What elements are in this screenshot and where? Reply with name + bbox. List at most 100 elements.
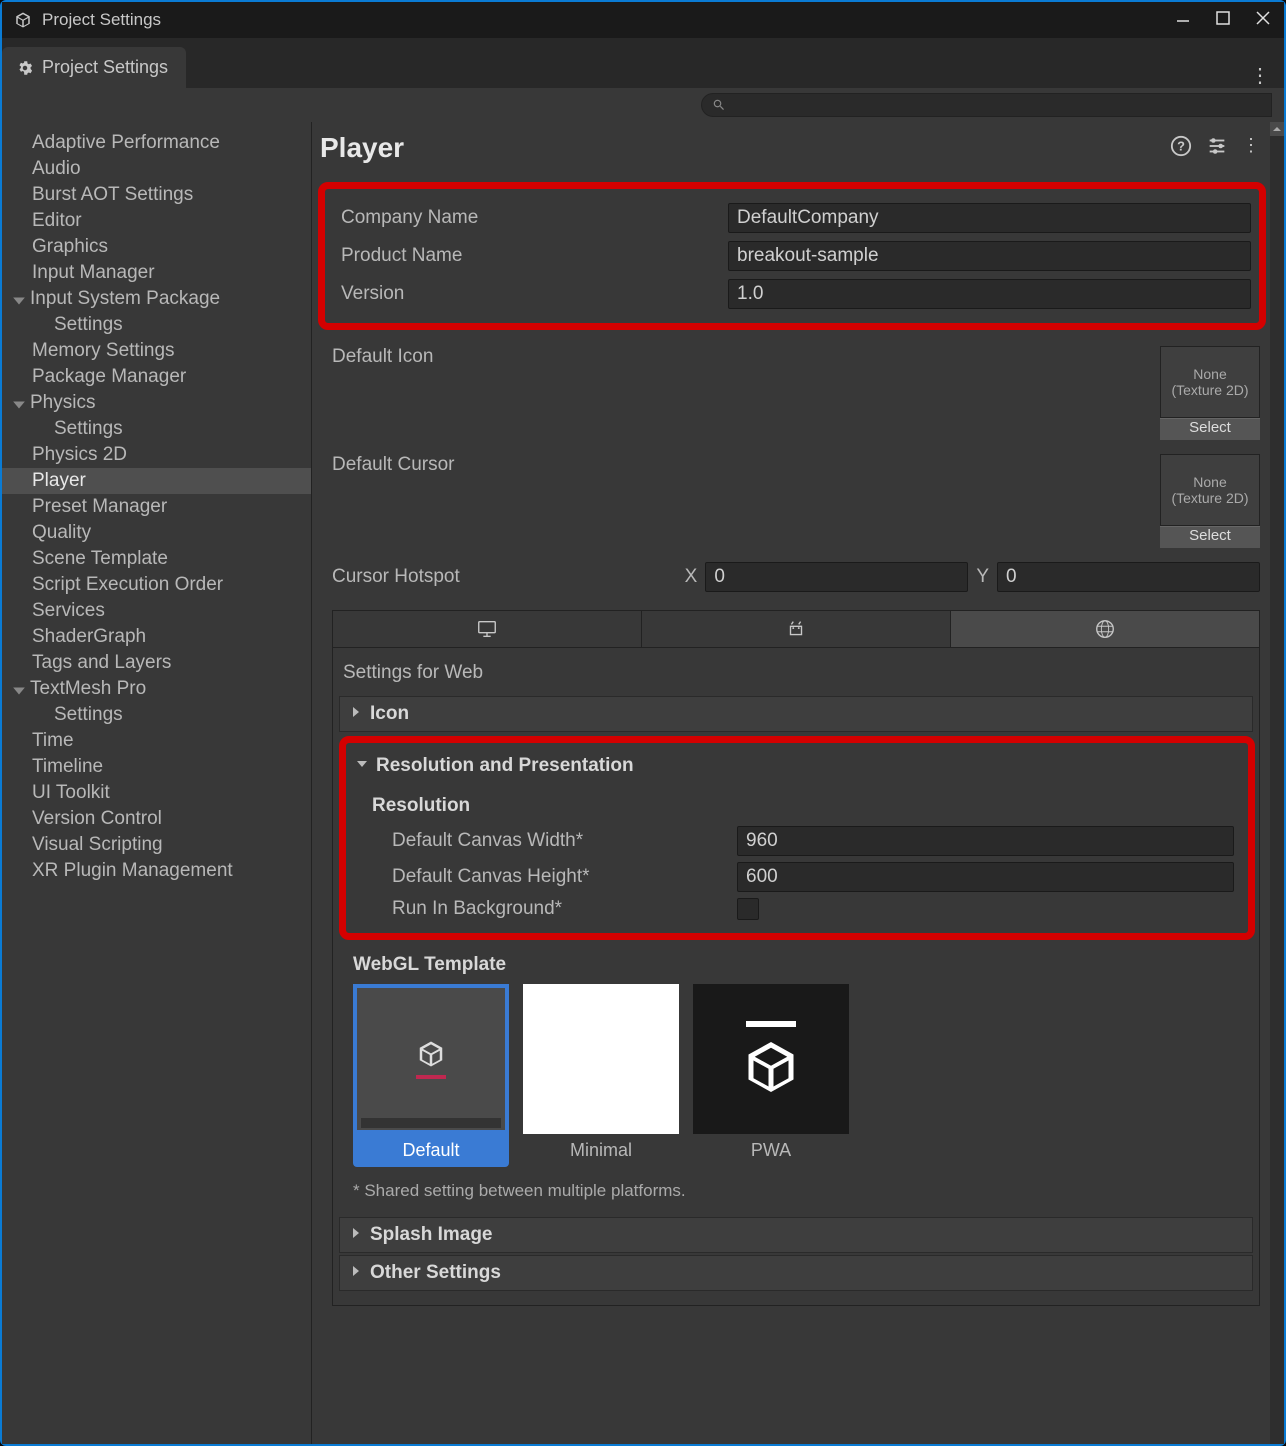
default-icon-select-button[interactable]: Select	[1160, 418, 1260, 440]
platform-tab-web[interactable]	[951, 611, 1259, 647]
sidebar-item-player[interactable]: Player	[2, 468, 311, 494]
default-cursor-texture-slot[interactable]: None (Texture 2D)	[1160, 454, 1260, 526]
sidebar-item-settings[interactable]: Settings	[2, 312, 311, 338]
unity-logo-icon	[14, 11, 32, 29]
label-settings-for: Settings for Web	[333, 660, 1259, 694]
sidebar-item-physics-2d[interactable]: Physics 2D	[2, 442, 311, 468]
close-button[interactable]	[1254, 9, 1272, 32]
fold-splash-image[interactable]: Splash Image	[339, 1217, 1253, 1253]
highlight-identity-box: Company Name Product Name Version	[318, 182, 1266, 330]
highlight-resolution-box: Resolution and Presentation Resolution D…	[339, 736, 1255, 940]
input-hotspot-y[interactable]	[997, 562, 1260, 592]
input-company-name[interactable]	[728, 203, 1251, 233]
search-row	[2, 88, 1284, 122]
search-input[interactable]	[701, 93, 1273, 117]
tab-project-settings[interactable]: Project Settings	[2, 47, 186, 88]
minimize-button[interactable]	[1174, 9, 1192, 32]
label-version: Version	[333, 283, 728, 305]
input-canvas-height[interactable]	[737, 862, 1234, 892]
maximize-button[interactable]	[1214, 9, 1232, 32]
sidebar-item-settings[interactable]: Settings	[2, 416, 311, 442]
sidebar-item-visual-scripting[interactable]: Visual Scripting	[2, 832, 311, 858]
sidebar-item-script-execution-order[interactable]: Script Execution Order	[2, 572, 311, 598]
label-cursor-hotspot: Cursor Hotspot	[332, 566, 685, 588]
chevron-down-icon	[12, 396, 26, 410]
platform-tab-standalone[interactable]	[333, 611, 642, 647]
page-title: Player	[320, 132, 1170, 164]
label-canvas-width: Default Canvas Width*	[372, 830, 737, 852]
template-card-pwa[interactable]: PWA	[693, 984, 849, 1167]
chevron-down-icon	[12, 682, 26, 696]
sidebar-item-scene-template[interactable]: Scene Template	[2, 546, 311, 572]
preset-icon[interactable]	[1206, 135, 1228, 162]
sidebar-item-tags-and-layers[interactable]: Tags and Layers	[2, 650, 311, 676]
svg-text:?: ?	[1177, 138, 1185, 153]
sidebar-item-time[interactable]: Time	[2, 728, 311, 754]
label-company-name: Company Name	[333, 207, 728, 229]
chevron-right-icon	[350, 1264, 362, 1282]
sidebar-item-input-system-package[interactable]: Input System Package	[2, 286, 311, 312]
template-label: PWA	[693, 1134, 849, 1167]
gear-icon	[16, 59, 34, 77]
tab-menu-kebab-icon[interactable]: ⋮	[1236, 63, 1284, 88]
sidebar-item-ui-toolkit[interactable]: UI Toolkit	[2, 780, 311, 806]
android-icon	[785, 618, 807, 640]
sidebar-item-audio[interactable]: Audio	[2, 156, 311, 182]
sidebar-item-xr-plugin-management[interactable]: XR Plugin Management	[2, 858, 311, 884]
label-product-name: Product Name	[333, 245, 728, 267]
chevron-right-icon	[350, 1226, 362, 1244]
sidebar-item-input-manager[interactable]: Input Manager	[2, 260, 311, 286]
input-hotspot-x[interactable]	[705, 562, 968, 592]
settings-sidebar[interactable]: Adaptive PerformanceAudioBurst AOT Setti…	[2, 122, 312, 1444]
sidebar-item-physics[interactable]: Physics	[2, 390, 311, 416]
input-canvas-width[interactable]	[737, 826, 1234, 856]
title-bar: Project Settings	[2, 2, 1284, 38]
html5-icon	[1094, 618, 1116, 640]
platform-tabs	[332, 610, 1260, 648]
panel-menu-kebab-icon[interactable]: ⋮	[1242, 135, 1260, 162]
heading-webgl-template: WebGL Template	[333, 946, 1259, 984]
sidebar-item-memory-settings[interactable]: Memory Settings	[2, 338, 311, 364]
fold-other-settings[interactable]: Other Settings	[339, 1255, 1253, 1291]
label-canvas-height: Default Canvas Height*	[372, 866, 737, 888]
template-label: Default	[353, 1134, 509, 1167]
sidebar-item-graphics[interactable]: Graphics	[2, 234, 311, 260]
input-version[interactable]	[728, 279, 1251, 309]
sidebar-item-preset-manager[interactable]: Preset Manager	[2, 494, 311, 520]
search-icon	[712, 98, 726, 112]
sidebar-item-textmesh-pro[interactable]: TextMesh Pro	[2, 676, 311, 702]
template-card-default[interactable]: Default	[353, 984, 509, 1167]
footnote-shared-setting: * Shared setting between multiple platfo…	[333, 1167, 1259, 1215]
label-run-in-background: Run In Background*	[372, 898, 737, 920]
sidebar-item-adaptive-performance[interactable]: Adaptive Performance	[2, 130, 311, 156]
chevron-down-icon	[356, 757, 368, 775]
template-card-minimal[interactable]: Minimal	[523, 984, 679, 1167]
template-label: Minimal	[523, 1134, 679, 1167]
sidebar-item-version-control[interactable]: Version Control	[2, 806, 311, 832]
sidebar-item-package-manager[interactable]: Package Manager	[2, 364, 311, 390]
monitor-icon	[476, 618, 498, 640]
label-default-cursor: Default Cursor	[332, 454, 712, 476]
label-hotspot-y: Y	[976, 566, 989, 588]
sidebar-item-shadergraph[interactable]: ShaderGraph	[2, 624, 311, 650]
sidebar-item-settings[interactable]: Settings	[2, 702, 311, 728]
sidebar-item-services[interactable]: Services	[2, 598, 311, 624]
fold-resolution-presentation[interactable]: Resolution and Presentation	[376, 755, 634, 777]
platform-tab-android[interactable]	[642, 611, 951, 647]
tab-row: Project Settings ⋮	[2, 38, 1284, 88]
chevron-right-icon	[350, 705, 362, 723]
fold-icon[interactable]: Icon	[339, 696, 1253, 732]
window-title: Project Settings	[42, 10, 1174, 30]
help-icon[interactable]: ?	[1170, 135, 1192, 162]
sidebar-item-editor[interactable]: Editor	[2, 208, 311, 234]
default-cursor-select-button[interactable]: Select	[1160, 526, 1260, 548]
checkbox-run-in-background[interactable]	[737, 898, 759, 920]
sidebar-item-quality[interactable]: Quality	[2, 520, 311, 546]
template-list: Default Minimal PWA	[333, 984, 1259, 1167]
sidebar-item-burst-aot-settings[interactable]: Burst AOT Settings	[2, 182, 311, 208]
sidebar-item-timeline[interactable]: Timeline	[2, 754, 311, 780]
default-icon-texture-slot[interactable]: None (Texture 2D)	[1160, 346, 1260, 418]
input-product-name[interactable]	[728, 241, 1251, 271]
heading-resolution: Resolution	[372, 791, 1242, 823]
chevron-down-icon	[12, 292, 26, 306]
